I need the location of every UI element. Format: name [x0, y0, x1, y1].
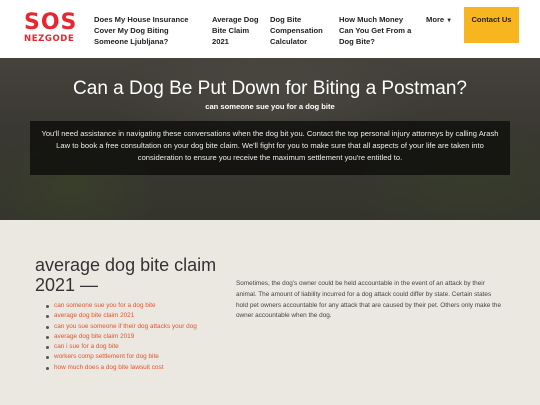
related-link[interactable]: can someone sue you for a dog bite	[45, 301, 235, 311]
related-link[interactable]: can you sue someone if their dog attacks…	[45, 322, 235, 332]
logo-sos-text: SOS	[24, 10, 78, 35]
related-links-list: can someone sue you for a dog bite avera…	[45, 301, 235, 373]
related-link[interactable]: average dog bite claim 2019	[45, 332, 235, 342]
nav-item-how-much-money[interactable]: How Much Money Can You Get From a Dog Bi…	[339, 14, 415, 47]
hero-title: Can a Dog Be Put Down for Biting a Postm…	[73, 78, 467, 99]
site-logo[interactable]: SOS NEZGODE	[24, 10, 82, 45]
contact-us-button[interactable]: Contact Us	[464, 7, 519, 43]
caret-down-icon: ▼	[446, 18, 453, 24]
logo-nezgode-text: NEZGODE	[24, 34, 75, 44]
related-link[interactable]: average dog bite claim 2021	[45, 311, 235, 321]
article-paragraph: Sometimes, the dog's owner could be held…	[236, 280, 502, 320]
nav-more-label: More	[426, 15, 445, 24]
nav-item-more[interactable]: More ▼	[426, 14, 456, 27]
hero-text-box: You'll need assistance in navigating the…	[30, 121, 510, 175]
site-header: SOS NEZGODE Does My House Insurance Cove…	[0, 0, 540, 58]
related-link[interactable]: can i sue for a dog bite	[45, 342, 235, 352]
nav-item-house-insurance[interactable]: Does My House Insurance Cover My Dog Bit…	[94, 14, 198, 47]
nav-item-average-claim[interactable]: Average Dog Bite Claim 2021	[212, 14, 260, 47]
hero-section: Can a Dog Be Put Down for Biting a Postm…	[0, 58, 540, 220]
section-title: average dog bite claim 2021 —	[35, 255, 217, 295]
hero-subtitle: can someone sue you for a dog bite	[205, 102, 335, 111]
related-link[interactable]: workers comp settlement for dog bite	[45, 352, 235, 362]
related-link[interactable]: how much does a dog bite lawsuit cost	[45, 363, 235, 373]
main-content: average dog bite claim 2021 — can someon…	[0, 220, 540, 405]
nav-item-compensation-calculator[interactable]: Dog Bite Compensation Calculator	[270, 14, 328, 47]
